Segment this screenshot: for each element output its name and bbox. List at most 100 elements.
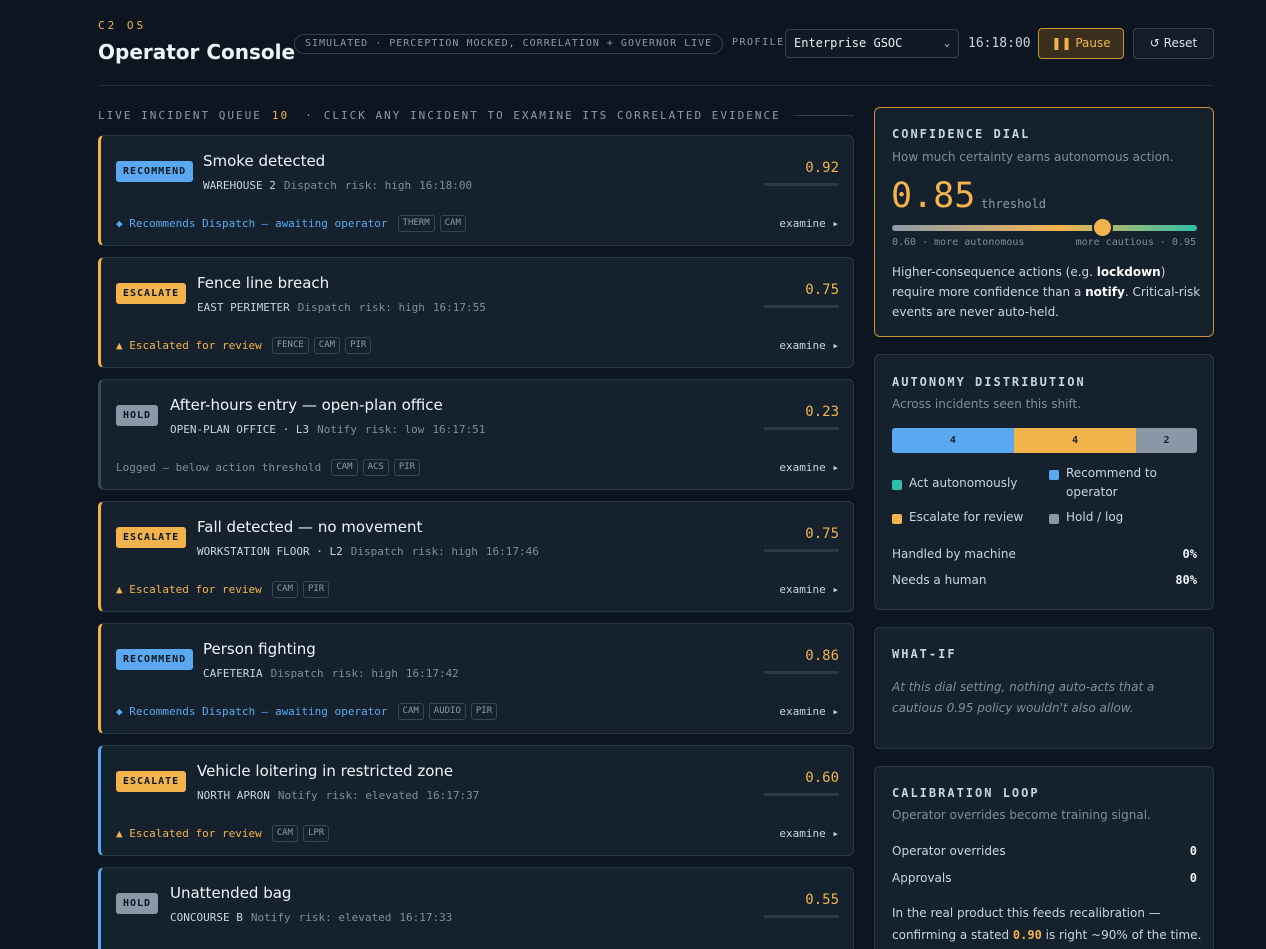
incident-card[interactable]: RECOMMEND Person fighting CAFETERIA Dispa… <box>98 623 854 734</box>
incident-score: 0.60 <box>805 770 839 786</box>
legend-label: Hold / log <box>1066 510 1124 524</box>
incident-footer: ▲ Escalated for review FENCE CAM PIR exa… <box>116 336 839 354</box>
score-bar <box>764 305 839 308</box>
incident-score: 0.55 <box>805 892 839 908</box>
incident-time: 16:17:46 <box>485 545 539 558</box>
score-bar <box>764 793 839 796</box>
queue-header-rule <box>792 114 854 116</box>
page-title: Operator Console <box>98 40 296 64</box>
dial-desc-bold: lockdown <box>1096 265 1161 279</box>
incident-meta: OPEN-PLAN OFFICE · L3 Notify risk: low 16:1… <box>170 423 493 436</box>
incident-title: Fence line breach <box>197 274 330 292</box>
incident-risk: risk: high <box>358 301 425 314</box>
sensor-tag: CAM <box>331 458 358 476</box>
incident-title: Unattended bag <box>170 884 292 902</box>
dial-value: 0.85 <box>891 176 976 216</box>
stat-human: Needs a human 80% <box>892 573 1197 587</box>
confidence-dial-panel: CONFIDENCE DIAL How much certainty earns… <box>874 107 1214 337</box>
queue-separator: · <box>305 108 314 122</box>
incident-risk: risk: high <box>344 179 412 192</box>
panel-title: WHAT-IF <box>892 647 957 661</box>
legend-escalate: Escalate for review <box>892 508 1042 527</box>
what-if-panel: WHAT-IF At this dial setting, nothing au… <box>874 627 1214 749</box>
confidence-slider-handle[interactable] <box>1092 217 1113 238</box>
legend-swatch <box>892 480 902 490</box>
incident-card[interactable]: ESCALATE Fence line breach EAST PERIMETE… <box>98 257 854 368</box>
queue-label: LIVE INCIDENT QUEUE <box>98 108 262 122</box>
stat-label: Approvals <box>892 871 952 885</box>
reset-button[interactable]: ↺ Reset <box>1133 28 1214 59</box>
sensor-tag: ACS <box>362 458 389 476</box>
distribution-segment: 2 <box>1136 428 1197 453</box>
confidence-slider-track[interactable] <box>892 225 1197 231</box>
incident-card[interactable]: HOLD Unattended bag CONCOURSE B Notify ris… <box>98 867 854 949</box>
sensor-tag: LPR <box>302 824 330 842</box>
brand-kicker: C2 OS <box>98 19 147 32</box>
incident-action: Dispatch <box>350 545 404 558</box>
incident-action: Notify <box>277 789 318 802</box>
profile-select[interactable]: Enterprise GSOC ⌄ <box>785 29 959 58</box>
examine-link[interactable]: examine ▸ <box>779 705 839 718</box>
score-bar <box>764 549 839 552</box>
incident-time: 16:17:55 <box>432 301 486 314</box>
incident-title: Smoke detected <box>203 152 326 170</box>
incident-title: Fall detected — no movement <box>197 518 423 536</box>
legend-act: Act autonomously <box>892 474 1042 493</box>
incident-time: 16:17:37 <box>426 789 480 802</box>
incident-location: EAST PERIMETER <box>197 301 290 314</box>
sensor-tag: AUDIO <box>428 702 466 720</box>
dial-description: Higher-consequence actions (e.g. lockdow… <box>892 262 1202 322</box>
incident-card[interactable]: HOLD After-hours entry — open-plan offic… <box>98 379 854 490</box>
incident-badge: RECOMMEND <box>116 161 194 182</box>
incident-risk: risk: elevated <box>298 911 392 924</box>
sensor-tag: PIR <box>345 336 372 354</box>
incident-footer: ▲ Escalated for review CAM LPR examine ▸ <box>116 824 839 842</box>
incident-score: 0.92 <box>805 160 839 176</box>
slider-max-label: more cautious · 0.95 <box>1075 237 1196 248</box>
incident-time: 16:18:00 <box>419 179 473 192</box>
sensor-tag: PIR <box>393 458 421 476</box>
score-bar <box>764 915 839 918</box>
incident-risk: risk: elevated <box>325 789 419 802</box>
examine-link[interactable]: examine ▸ <box>779 461 839 474</box>
panel-title: AUTONOMY DISTRIBUTION <box>892 375 1086 389</box>
incident-footer: Logged — below action threshold CAM ACS … <box>116 458 839 476</box>
sensor-tag: CAM <box>397 702 424 720</box>
sensor-tag: FENCE <box>271 336 309 354</box>
examine-link[interactable]: examine ▸ <box>779 339 839 352</box>
sensor-tag: THERM <box>397 214 435 232</box>
header-divider <box>98 85 1214 86</box>
stat-label: Operator overrides <box>892 844 1006 858</box>
calibration-loop-panel: CALIBRATION LOOP Operator overrides beco… <box>874 766 1214 949</box>
sensor-tag: CAM <box>439 214 466 232</box>
panel-title: CONFIDENCE DIAL <box>892 127 1031 141</box>
pause-button[interactable]: ❚❚ Pause <box>1038 28 1124 59</box>
sensor-tag: CAM <box>271 824 298 842</box>
queue-header: LIVE INCIDENT QUEUE 10 · CLICK ANY INCID… <box>98 108 854 122</box>
incident-action: Dispatch <box>283 179 337 192</box>
autonomy-distribution-panel: AUTONOMY DISTRIBUTION Across incidents s… <box>874 354 1214 610</box>
examine-link[interactable]: examine ▸ <box>779 583 839 596</box>
incident-badge: RECOMMEND <box>116 649 194 670</box>
incident-card[interactable]: RECOMMEND Smoke detected WAREHOUSE 2 Disp… <box>98 135 854 246</box>
incident-time: 16:17:33 <box>399 911 453 924</box>
examine-link[interactable]: examine ▸ <box>779 217 839 230</box>
incident-score: 0.75 <box>805 526 839 542</box>
incident-card[interactable]: ESCALATE Vehicle loitering in restricted… <box>98 745 854 856</box>
dial-desc-bold: notify <box>1085 285 1125 299</box>
what-if-text: At this dial setting, nothing auto-acts … <box>892 680 1155 715</box>
examine-link[interactable]: examine ▸ <box>779 827 839 840</box>
incident-status: ◆ Recommends Dispatch — awaiting operato… <box>116 704 388 718</box>
incident-time: 16:17:42 <box>405 667 459 680</box>
incident-badge: HOLD <box>116 405 159 426</box>
stat-label: Needs a human <box>892 573 987 587</box>
sensor-tag: PIR <box>302 580 330 598</box>
incident-status: ◆ Recommends Dispatch — awaiting operato… <box>116 216 388 230</box>
incident-status: ▲ Escalated for review <box>116 826 262 840</box>
incident-location: WORKSTATION FLOOR · L2 <box>197 545 343 558</box>
incident-score: 0.23 <box>805 404 839 420</box>
legend-swatch <box>1049 514 1059 524</box>
incident-risk: risk: high <box>411 545 478 558</box>
incident-card[interactable]: ESCALATE Fall detected — no movement WOR… <box>98 501 854 612</box>
incident-badge: ESCALATE <box>116 771 187 792</box>
